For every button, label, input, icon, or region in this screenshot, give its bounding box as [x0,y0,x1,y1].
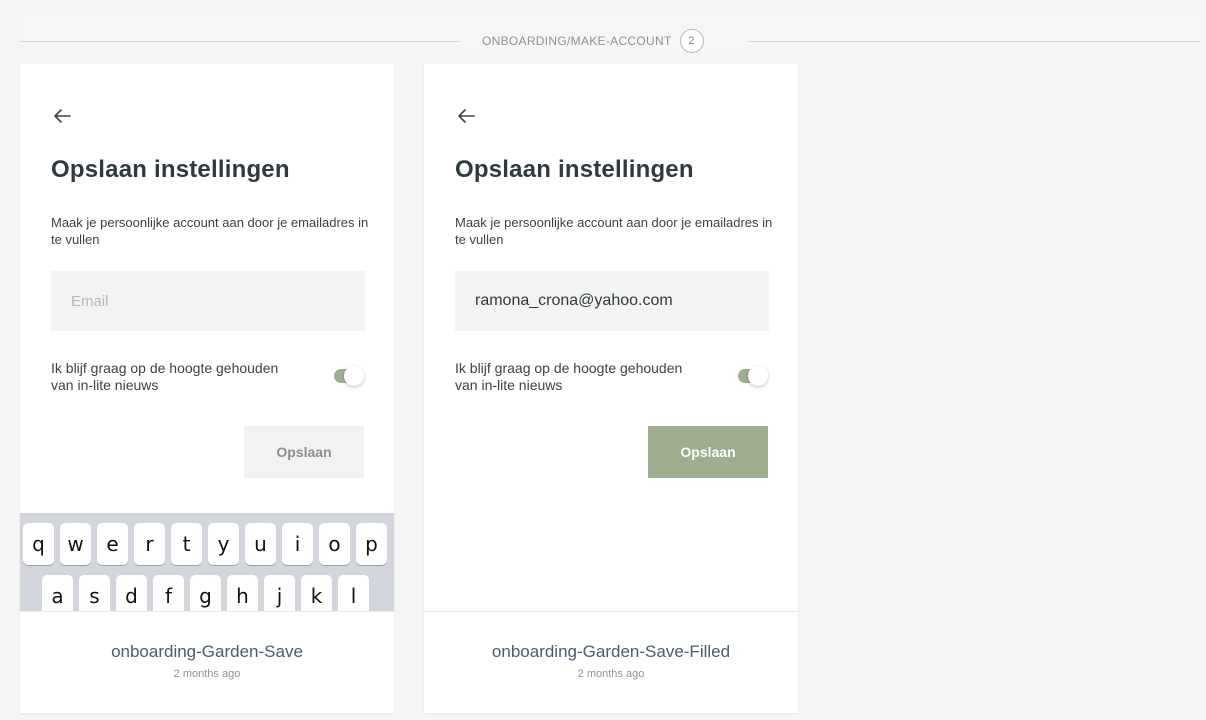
on-screen-keyboard: q w e r t y u i o p a s d f g h j k l [20,513,394,611]
screen-preview[interactable]: Opslaan instellingen Maak je persoonlijk… [424,64,798,611]
key[interactable]: j [264,575,295,611]
key[interactable]: u [245,523,276,565]
header-divider-right [748,41,1200,42]
screen-card-garden-save-filled[interactable]: Opslaan instellingen Maak je persoonlijk… [424,64,798,713]
email-field[interactable]: ramona_crona@yahoo.com [455,271,769,331]
key[interactable]: w [60,523,91,565]
key[interactable]: t [171,523,202,565]
screen-card-garden-save[interactable]: Opslaan instellingen Maak je persoonlijk… [20,64,394,713]
email-field[interactable]: Email [51,271,365,331]
key[interactable]: d [116,575,147,611]
screen-preview[interactable]: Opslaan instellingen Maak je persoonlijk… [20,64,394,611]
key[interactable]: p [356,523,387,565]
page-title: Opslaan instellingen [51,156,290,183]
key[interactable]: r [134,523,165,565]
newsletter-toggle[interactable] [738,366,768,386]
screen-timestamp: 2 months ago [173,668,241,680]
keyboard-row-2: a s d f g h j k l [20,575,394,611]
key[interactable]: k [301,575,332,611]
screen-timestamp: 2 months ago [577,668,645,680]
key[interactable]: e [97,523,128,565]
toggle-knob [344,366,364,386]
card-footer[interactable]: onboarding-Garden-Save 2 months ago [20,612,394,713]
screen-name[interactable]: onboarding-Garden-Save-Filled [424,642,798,662]
group-title[interactable]: ONBOARDING/MAKE-ACCOUNT 2 [482,29,704,53]
key[interactable]: s [79,575,110,611]
key[interactable]: g [190,575,221,611]
newsletter-toggle[interactable] [334,366,364,386]
screen-name[interactable]: onboarding-Garden-Save [20,642,394,662]
page-title: Opslaan instellingen [455,156,694,183]
card-footer[interactable]: onboarding-Garden-Save-Filled 2 months a… [424,612,798,713]
newsletter-label: Ik blijf graag op de hoogte gehouden van… [455,360,683,393]
page-description: Maak je persoonlijke account aan door je… [51,215,369,247]
key[interactable]: i [282,523,313,565]
key[interactable]: l [338,575,369,611]
arrow-left-icon[interactable] [454,104,478,128]
key[interactable]: o [319,523,350,565]
toggle-knob [748,366,768,386]
keyboard-row-1: q w e r t y u i o p [20,523,394,565]
key[interactable]: a [42,575,73,611]
arrow-left-icon[interactable] [50,104,74,128]
key[interactable]: q [23,523,54,565]
group-header: ONBOARDING/MAKE-ACCOUNT 2 [20,12,1200,53]
key[interactable]: y [208,523,239,565]
save-button[interactable]: Opslaan [648,426,768,478]
newsletter-label: Ik blijf graag op de hoogte gehouden van… [51,360,279,393]
group-count-badge: 2 [679,29,704,53]
header-divider-left [20,41,460,42]
key[interactable]: h [227,575,258,611]
save-button[interactable]: Opslaan [244,426,364,478]
group-title-text: ONBOARDING/MAKE-ACCOUNT [482,34,672,48]
key[interactable]: f [153,575,184,611]
page-description: Maak je persoonlijke account aan door je… [455,215,773,247]
